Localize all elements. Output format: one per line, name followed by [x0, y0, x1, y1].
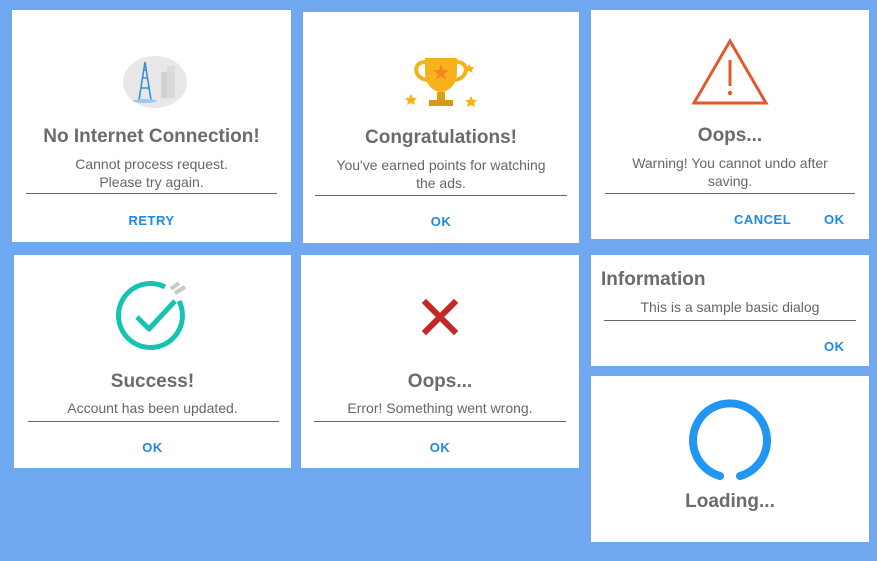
ok-button[interactable]: OK: [301, 440, 579, 455]
dialog-title: No Internet Connection!: [43, 126, 260, 147]
ok-button[interactable]: OK: [824, 212, 845, 227]
no-internet-dialog: No Internet Connection! Cannot process r…: [12, 10, 291, 242]
warning-triangle-icon: [591, 38, 869, 106]
dialog-title: Oops...: [697, 125, 763, 146]
error-dialog: Oops... Error! Something went wrong. OK: [301, 255, 579, 468]
dialog-message: Cannot process request. Please try again…: [75, 156, 228, 190]
dialog-message: Error! Something went wrong.: [347, 400, 533, 416]
ok-button[interactable]: OK: [14, 440, 291, 455]
dialog-title: Oops...: [407, 371, 473, 392]
dialog-message: This is a sample basic dialog: [640, 299, 820, 315]
dialog-message: Warning! You cannot undo after saving.: [632, 155, 828, 189]
dialog-message: Account has been updated.: [67, 400, 238, 416]
check-circle-icon: [14, 279, 291, 355]
trophy-icon: [303, 52, 579, 112]
success-dialog: Success! Account has been updated. OK: [14, 255, 291, 468]
divider: [605, 193, 855, 194]
ok-button[interactable]: OK: [303, 214, 579, 229]
divider: [315, 195, 567, 196]
ok-button[interactable]: OK: [824, 339, 845, 354]
cross-icon: [301, 297, 579, 337]
warning-dialog: Oops... Warning! You cannot undo after s…: [591, 10, 869, 239]
dialog-message: You've earned points for watching the ad…: [336, 157, 546, 191]
dialog-title: Success!: [110, 371, 195, 392]
info-dialog: Information This is a sample basic dialo…: [591, 255, 869, 366]
cell-tower-icon: [12, 54, 291, 114]
loading-dialog: Loading...: [591, 376, 869, 542]
divider: [28, 421, 279, 422]
retry-button[interactable]: RETRY: [12, 213, 291, 228]
divider: [314, 421, 566, 422]
cancel-button[interactable]: CANCEL: [734, 212, 791, 227]
divider: [604, 320, 856, 321]
dialog-title: Congratulations!: [365, 127, 517, 148]
divider: [26, 193, 277, 194]
congrats-dialog: Congratulations! You've earned points fo…: [303, 12, 579, 243]
loading-label: Loading...: [685, 491, 775, 512]
dialog-title: Information: [601, 269, 706, 290]
spinner-icon: [591, 398, 869, 482]
